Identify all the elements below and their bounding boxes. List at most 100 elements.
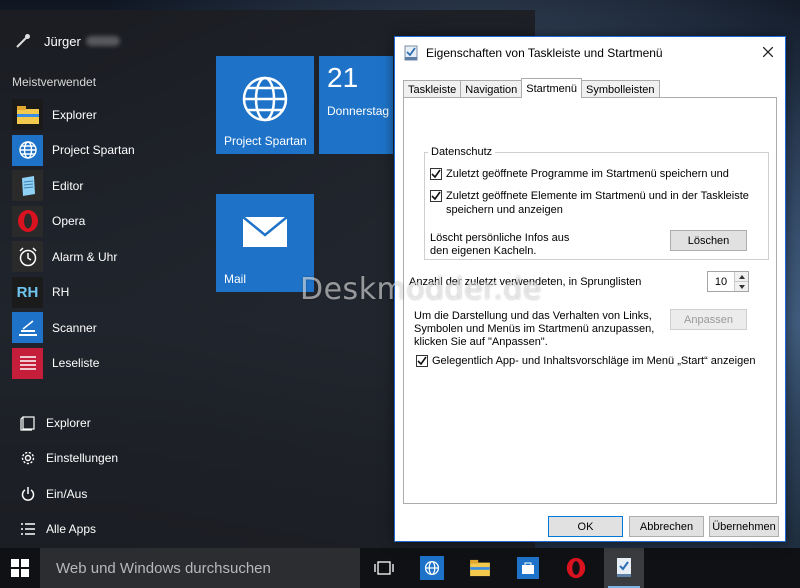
checkbox-elements-line1: Zuletzt geöffnete Elemente im Startmenü … <box>446 190 749 202</box>
list-icon <box>18 519 38 539</box>
most-used-heading: Meistverwendet <box>12 75 97 89</box>
tab-panel-startmenu: Datenschutz Zuletzt geöffnete Programme … <box>403 97 777 504</box>
checkbox-elements[interactable] <box>430 190 442 202</box>
taskbar-search-box[interactable]: Web und Windows durchsuchen <box>40 548 360 588</box>
reading-list-icon <box>12 347 43 379</box>
customize-button[interactable]: Anpassen <box>670 309 747 330</box>
app-rh[interactable]: RH RH <box>12 275 207 311</box>
globe-icon <box>240 74 290 129</box>
start-left-column: Jürger Meistverwendet Explorer Project S… <box>0 10 210 548</box>
checkmark-icon <box>431 169 441 179</box>
checkbox-programs-label: Zuletzt geöffnete Programme im Startmenü… <box>446 168 729 180</box>
folder-icon <box>18 413 38 433</box>
calendar-day-number: 21 <box>327 62 359 93</box>
checkmark-icon <box>417 356 427 366</box>
file-explorer-icon <box>470 559 490 577</box>
task-view-button[interactable] <box>364 548 404 588</box>
taskbar-opera[interactable] <box>556 548 596 588</box>
globe-icon <box>12 134 43 166</box>
app-label: Leseliste <box>52 356 100 371</box>
mail-icon <box>242 216 288 253</box>
taskbar-properties-dialog[interactable] <box>604 548 644 588</box>
calendar-day-name: Donnerstag <box>327 104 390 118</box>
app-opera[interactable]: Opera <box>12 204 207 240</box>
app-editor[interactable]: Editor <box>12 168 207 204</box>
system-list: Explorer Einstellungen Ein/Aus Alle Apps <box>18 405 208 547</box>
checkbox-programs[interactable] <box>430 168 442 180</box>
jumplist-count-spinner[interactable]: 10 <box>707 271 749 292</box>
taskbar-project-spartan[interactable] <box>412 548 452 588</box>
dialog-tabs: Taskleiste Navigation Startmenü Symbolle… <box>403 78 660 98</box>
tile-project-spartan[interactable]: Project Spartan <box>216 56 314 154</box>
sys-label: Einstellungen <box>46 451 119 466</box>
ok-button[interactable]: OK <box>548 516 623 537</box>
sys-all-apps[interactable]: Alle Apps <box>18 512 208 548</box>
apply-button[interactable]: Übernehmen <box>709 516 779 537</box>
spinner-up-button[interactable] <box>735 272 748 281</box>
taskbar-store[interactable] <box>508 548 548 588</box>
taskbar: Web und Windows durchsuchen <box>0 548 800 588</box>
clear-info-text: Löscht persönliche Infos aus den eigenen… <box>430 232 569 258</box>
privacy-group-title: Datenschutz <box>428 146 496 158</box>
taskbar-properties-dialog-window: Eigenschaften von Taskleiste und Startme… <box>394 36 786 542</box>
taskbar-properties-icon <box>404 45 418 61</box>
sys-settings[interactable]: Einstellungen <box>18 441 208 477</box>
checkbox-row-elements[interactable]: Zuletzt geöffnete Elemente im Startmenü … <box>430 189 749 217</box>
close-button[interactable] <box>757 42 779 62</box>
checkmark-icon <box>431 191 441 201</box>
clear-info-line1: Löscht persönliche Infos aus <box>430 232 570 244</box>
spinner-down-button[interactable] <box>735 281 748 291</box>
rh-icon: RH <box>12 276 43 308</box>
app-label: Opera <box>52 214 86 229</box>
app-label: Scanner <box>52 320 97 335</box>
sys-label: Explorer <box>46 415 91 430</box>
tab-taskleiste[interactable]: Taskleiste <box>403 80 462 98</box>
app-label: Project Spartan <box>52 143 135 158</box>
app-label: Editor <box>52 178 84 193</box>
taskbar-explorer[interactable] <box>460 548 500 588</box>
file-explorer-icon <box>12 99 43 131</box>
scanner-icon <box>12 312 43 344</box>
app-reading-list[interactable]: Leseliste <box>12 346 207 382</box>
jumplist-label: Anzahl der zuletzt verwendeten, in Sprun… <box>409 276 642 288</box>
sys-power[interactable]: Ein/Aus <box>18 476 208 512</box>
tab-symbolleisten[interactable]: Symbolleisten <box>581 80 660 98</box>
tile-mail[interactable]: Mail <box>216 194 314 292</box>
arrow-up-icon <box>738 274 745 279</box>
windows-logo-icon <box>11 559 29 577</box>
cancel-button[interactable]: Abbrechen <box>629 516 704 537</box>
alarm-clock-icon <box>12 241 43 273</box>
user-account[interactable]: Jürger <box>12 30 120 52</box>
checkbox-row-programs[interactable]: Zuletzt geöffnete Programme im Startmenü… <box>430 167 729 181</box>
store-icon <box>517 557 539 579</box>
clear-button[interactable]: Löschen <box>670 230 747 251</box>
opera-icon <box>566 557 586 579</box>
gear-icon <box>18 448 38 468</box>
checkbox-suggestions[interactable] <box>416 355 428 367</box>
task-view-icon <box>374 561 394 575</box>
dialog-title: Eigenschaften von Taskleiste und Startme… <box>426 46 663 60</box>
sys-explorer[interactable]: Explorer <box>18 405 208 441</box>
customize-line1: Um die Darstellung und das Verhalten von… <box>414 310 652 322</box>
checkbox-elements-label: Zuletzt geöffnete Elemente im Startmenü … <box>446 189 749 217</box>
checkbox-suggestions-label: Gelegentlich App- und Inhaltsvorschläge … <box>432 355 756 367</box>
tab-startmenu[interactable]: Startmenü <box>521 78 583 98</box>
taskbar-properties-icon <box>617 558 631 577</box>
arrow-down-icon <box>738 284 745 289</box>
sys-label: Ein/Aus <box>46 486 88 501</box>
app-project-spartan[interactable]: Project Spartan <box>12 133 207 169</box>
app-label: Alarm & Uhr <box>52 249 118 264</box>
dialog-title-bar[interactable]: Eigenschaften von Taskleiste und Startme… <box>395 37 785 69</box>
start-button[interactable] <box>0 548 40 588</box>
customize-line2: Symbolen und Menüs im Startmenü anzupass… <box>414 323 655 335</box>
app-explorer[interactable]: Explorer <box>12 97 207 133</box>
user-name: Jürger <box>44 33 81 49</box>
tile-calendar[interactable]: 21 Donnerstag <box>319 56 393 154</box>
tile-label: Mail <box>224 272 247 286</box>
app-label: Explorer <box>52 107 97 122</box>
app-alarm[interactable]: Alarm & Uhr <box>12 239 207 275</box>
app-scanner[interactable]: Scanner <box>12 310 207 346</box>
jumplist-count-value[interactable]: 10 <box>708 272 734 291</box>
checkbox-row-suggestions[interactable]: Gelegentlich App- und Inhaltsvorschläge … <box>416 354 755 368</box>
tab-navigation[interactable]: Navigation <box>460 80 523 98</box>
